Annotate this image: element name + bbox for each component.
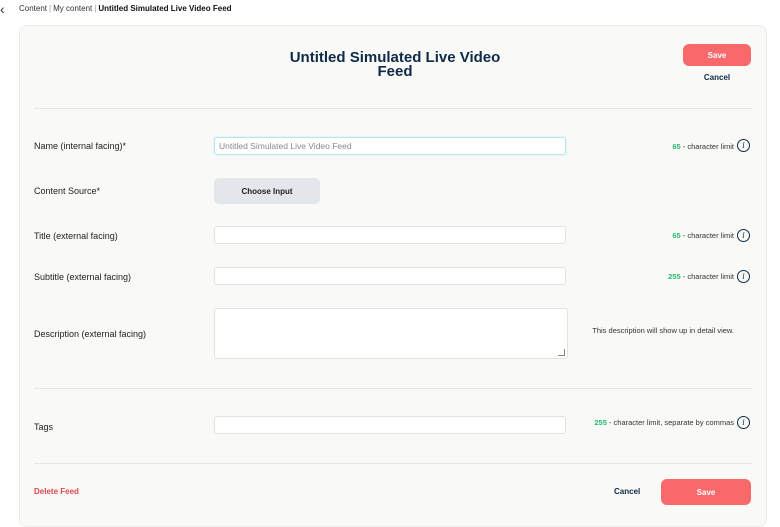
save-button-bottom[interactable]: Save xyxy=(661,479,751,505)
delete-feed-link[interactable]: Delete Feed xyxy=(34,487,79,496)
breadcrumb-separator: | xyxy=(49,4,52,13)
tags-input[interactable] xyxy=(214,416,566,434)
name-label: Name (internal facing)* xyxy=(34,141,127,151)
name-info-icon[interactable]: i xyxy=(737,139,750,152)
title-label: Title (external facing) xyxy=(34,231,118,241)
subtitle-char-limit: 255 - character limit xyxy=(668,272,734,281)
choose-input-button[interactable]: Choose Input xyxy=(214,178,320,204)
tags-label: Tags xyxy=(34,422,54,432)
footer-divider xyxy=(34,463,752,464)
subtitle-label: Subtitle (external facing) xyxy=(34,272,132,282)
breadcrumb-content[interactable]: Content xyxy=(19,4,47,13)
subtitle-info-icon[interactable]: i xyxy=(737,270,750,283)
save-button-top[interactable]: Save xyxy=(683,44,751,66)
breadcrumb-separator: | xyxy=(94,4,97,13)
title-info-icon[interactable]: i xyxy=(737,229,750,242)
description-textarea[interactable] xyxy=(214,308,568,359)
edit-feed-card: Untitled Simulated Live Video Feed Save … xyxy=(19,25,767,527)
name-input[interactable] xyxy=(214,137,566,155)
title-char-limit: 65 - character limit xyxy=(672,231,734,240)
title-input[interactable] xyxy=(214,226,566,244)
content-source-label: Content Source* xyxy=(34,186,101,196)
breadcrumb: Content | My content | Untitled Simulated Li… xyxy=(19,4,232,13)
back-chevron-icon[interactable]: ‹ xyxy=(0,2,10,16)
page-title: Untitled Simulated Live Video Feed xyxy=(289,49,501,80)
header-divider xyxy=(34,108,752,109)
breadcrumb-my-content[interactable]: My content xyxy=(53,4,92,13)
tags-info-icon[interactable]: i xyxy=(737,416,750,429)
name-char-limit: 65 - character limit xyxy=(672,142,734,151)
resize-handle-icon[interactable] xyxy=(558,349,565,356)
subtitle-input[interactable] xyxy=(214,267,566,285)
description-label: Description (external facing) xyxy=(34,329,147,339)
cancel-button-top[interactable]: Cancel xyxy=(683,73,751,82)
description-note: This description will show up in detail … xyxy=(592,326,734,335)
cancel-button-bottom[interactable]: Cancel xyxy=(614,487,640,496)
breadcrumb-current: Untitled Simulated Live Video Feed xyxy=(98,4,232,13)
tags-char-limit: 255 - character limit, separate by comma… xyxy=(594,418,734,427)
tags-divider xyxy=(34,388,752,389)
